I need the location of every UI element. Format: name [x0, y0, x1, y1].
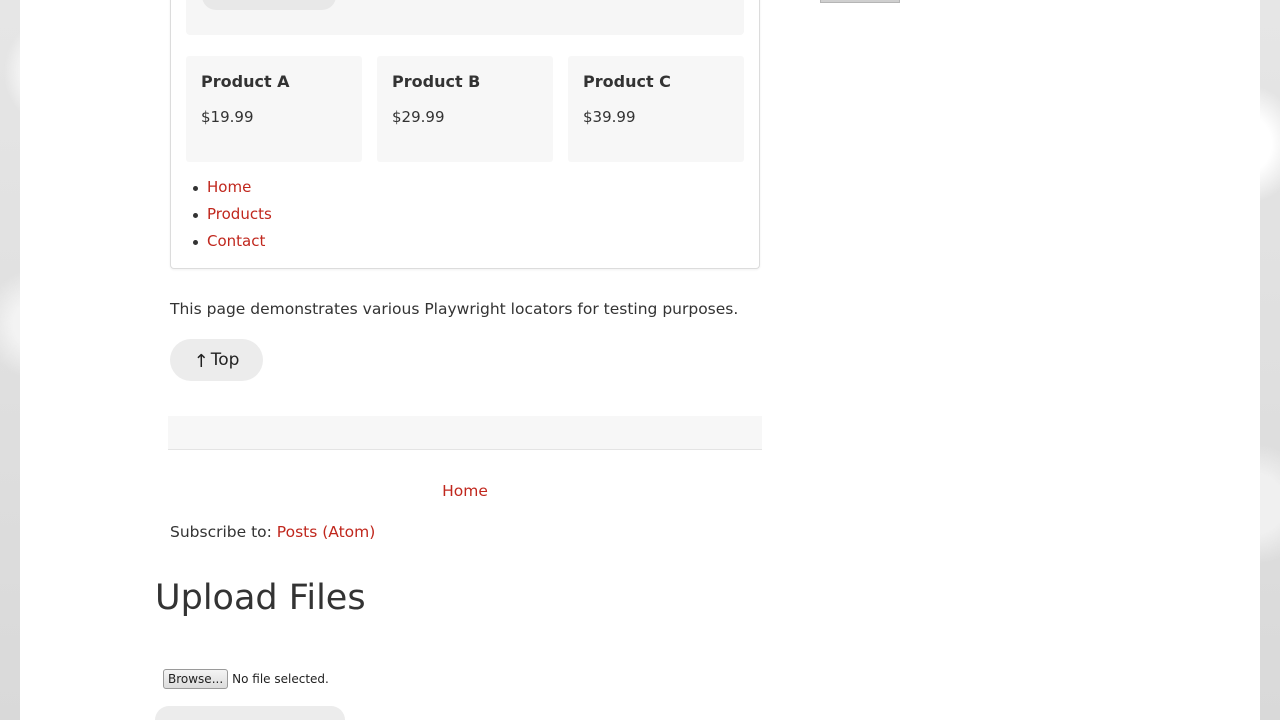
up-arrow-icon: ↑: [193, 350, 209, 372]
footer-bar: [168, 416, 762, 450]
subscribe-atom-link[interactable]: Posts (Atom): [277, 523, 376, 541]
back-to-top-label: Top: [210, 350, 240, 370]
back-to-top-button[interactable]: ↑ Top: [170, 339, 263, 381]
nav-item-products: Products: [191, 201, 272, 228]
product-price: $29.99: [392, 108, 445, 126]
nav-link-home[interactable]: Home: [207, 178, 251, 196]
main-content-card: Product A $19.99 Product B $29.99 Produc…: [170, 0, 760, 269]
product-card: Product B $29.99: [377, 56, 553, 162]
product-card: Product A $19.99: [186, 56, 362, 162]
nav-item-contact: Contact: [191, 228, 272, 255]
sidebar-widget: [820, 0, 900, 3]
top-pill-button[interactable]: [202, 0, 336, 10]
file-status-text: No file selected.: [232, 672, 329, 686]
product-name: Product B: [392, 72, 481, 91]
product-name: Product A: [201, 72, 290, 91]
upload-title: Upload Files: [155, 578, 366, 618]
top-panel: [186, 0, 744, 35]
footer-home: Home: [20, 482, 910, 500]
page-background: Product A $19.99 Product B $29.99 Produc…: [20, 0, 1260, 720]
product-price: $19.99: [201, 108, 254, 126]
file-input: Browse... No file selected.: [163, 669, 329, 689]
browse-button[interactable]: Browse...: [163, 669, 229, 689]
product-name: Product C: [583, 72, 671, 91]
subscribe-line: Subscribe to: Posts (Atom): [170, 523, 375, 541]
nav-item-home: Home: [191, 174, 272, 201]
page-description: This page demonstrates various Playwrigh…: [170, 300, 739, 318]
product-price: $39.99: [583, 108, 636, 126]
subscribe-label: Subscribe to:: [170, 523, 277, 541]
footer-home-link[interactable]: Home: [442, 482, 488, 500]
upload-button[interactable]: [155, 706, 345, 720]
nav-link-products[interactable]: Products: [207, 205, 272, 223]
nav-list: Home Products Contact: [191, 174, 272, 255]
product-card: Product C $39.99: [568, 56, 744, 162]
nav-link-contact[interactable]: Contact: [207, 232, 265, 250]
product-list: Product A $19.99 Product B $29.99 Produc…: [186, 56, 744, 162]
